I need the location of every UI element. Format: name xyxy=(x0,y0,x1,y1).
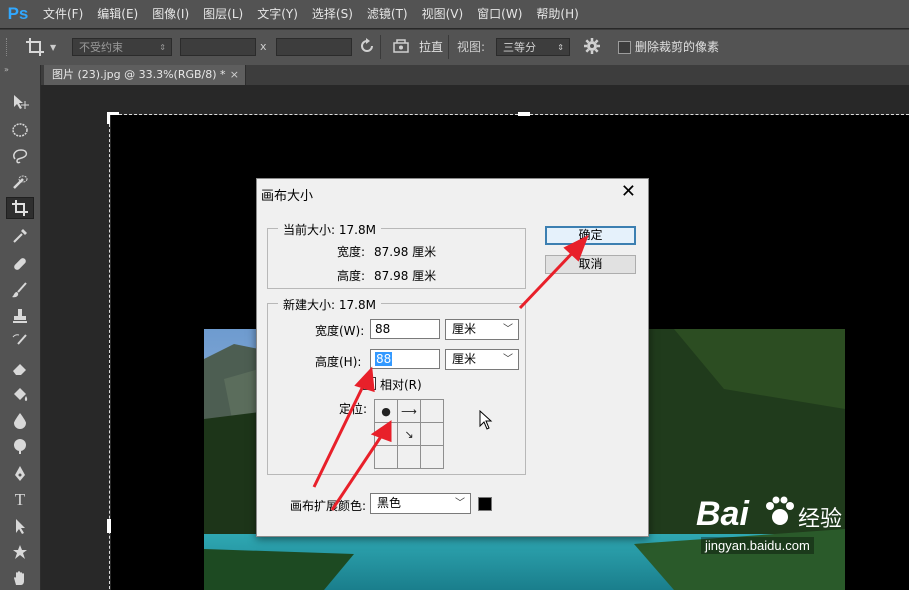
arrow-to-anchor xyxy=(330,431,386,511)
arrowhead-relative xyxy=(354,366,375,393)
arrowhead-anchor xyxy=(370,420,392,443)
annotation-arrows xyxy=(312,234,589,511)
arrow-to-ok xyxy=(518,245,580,310)
